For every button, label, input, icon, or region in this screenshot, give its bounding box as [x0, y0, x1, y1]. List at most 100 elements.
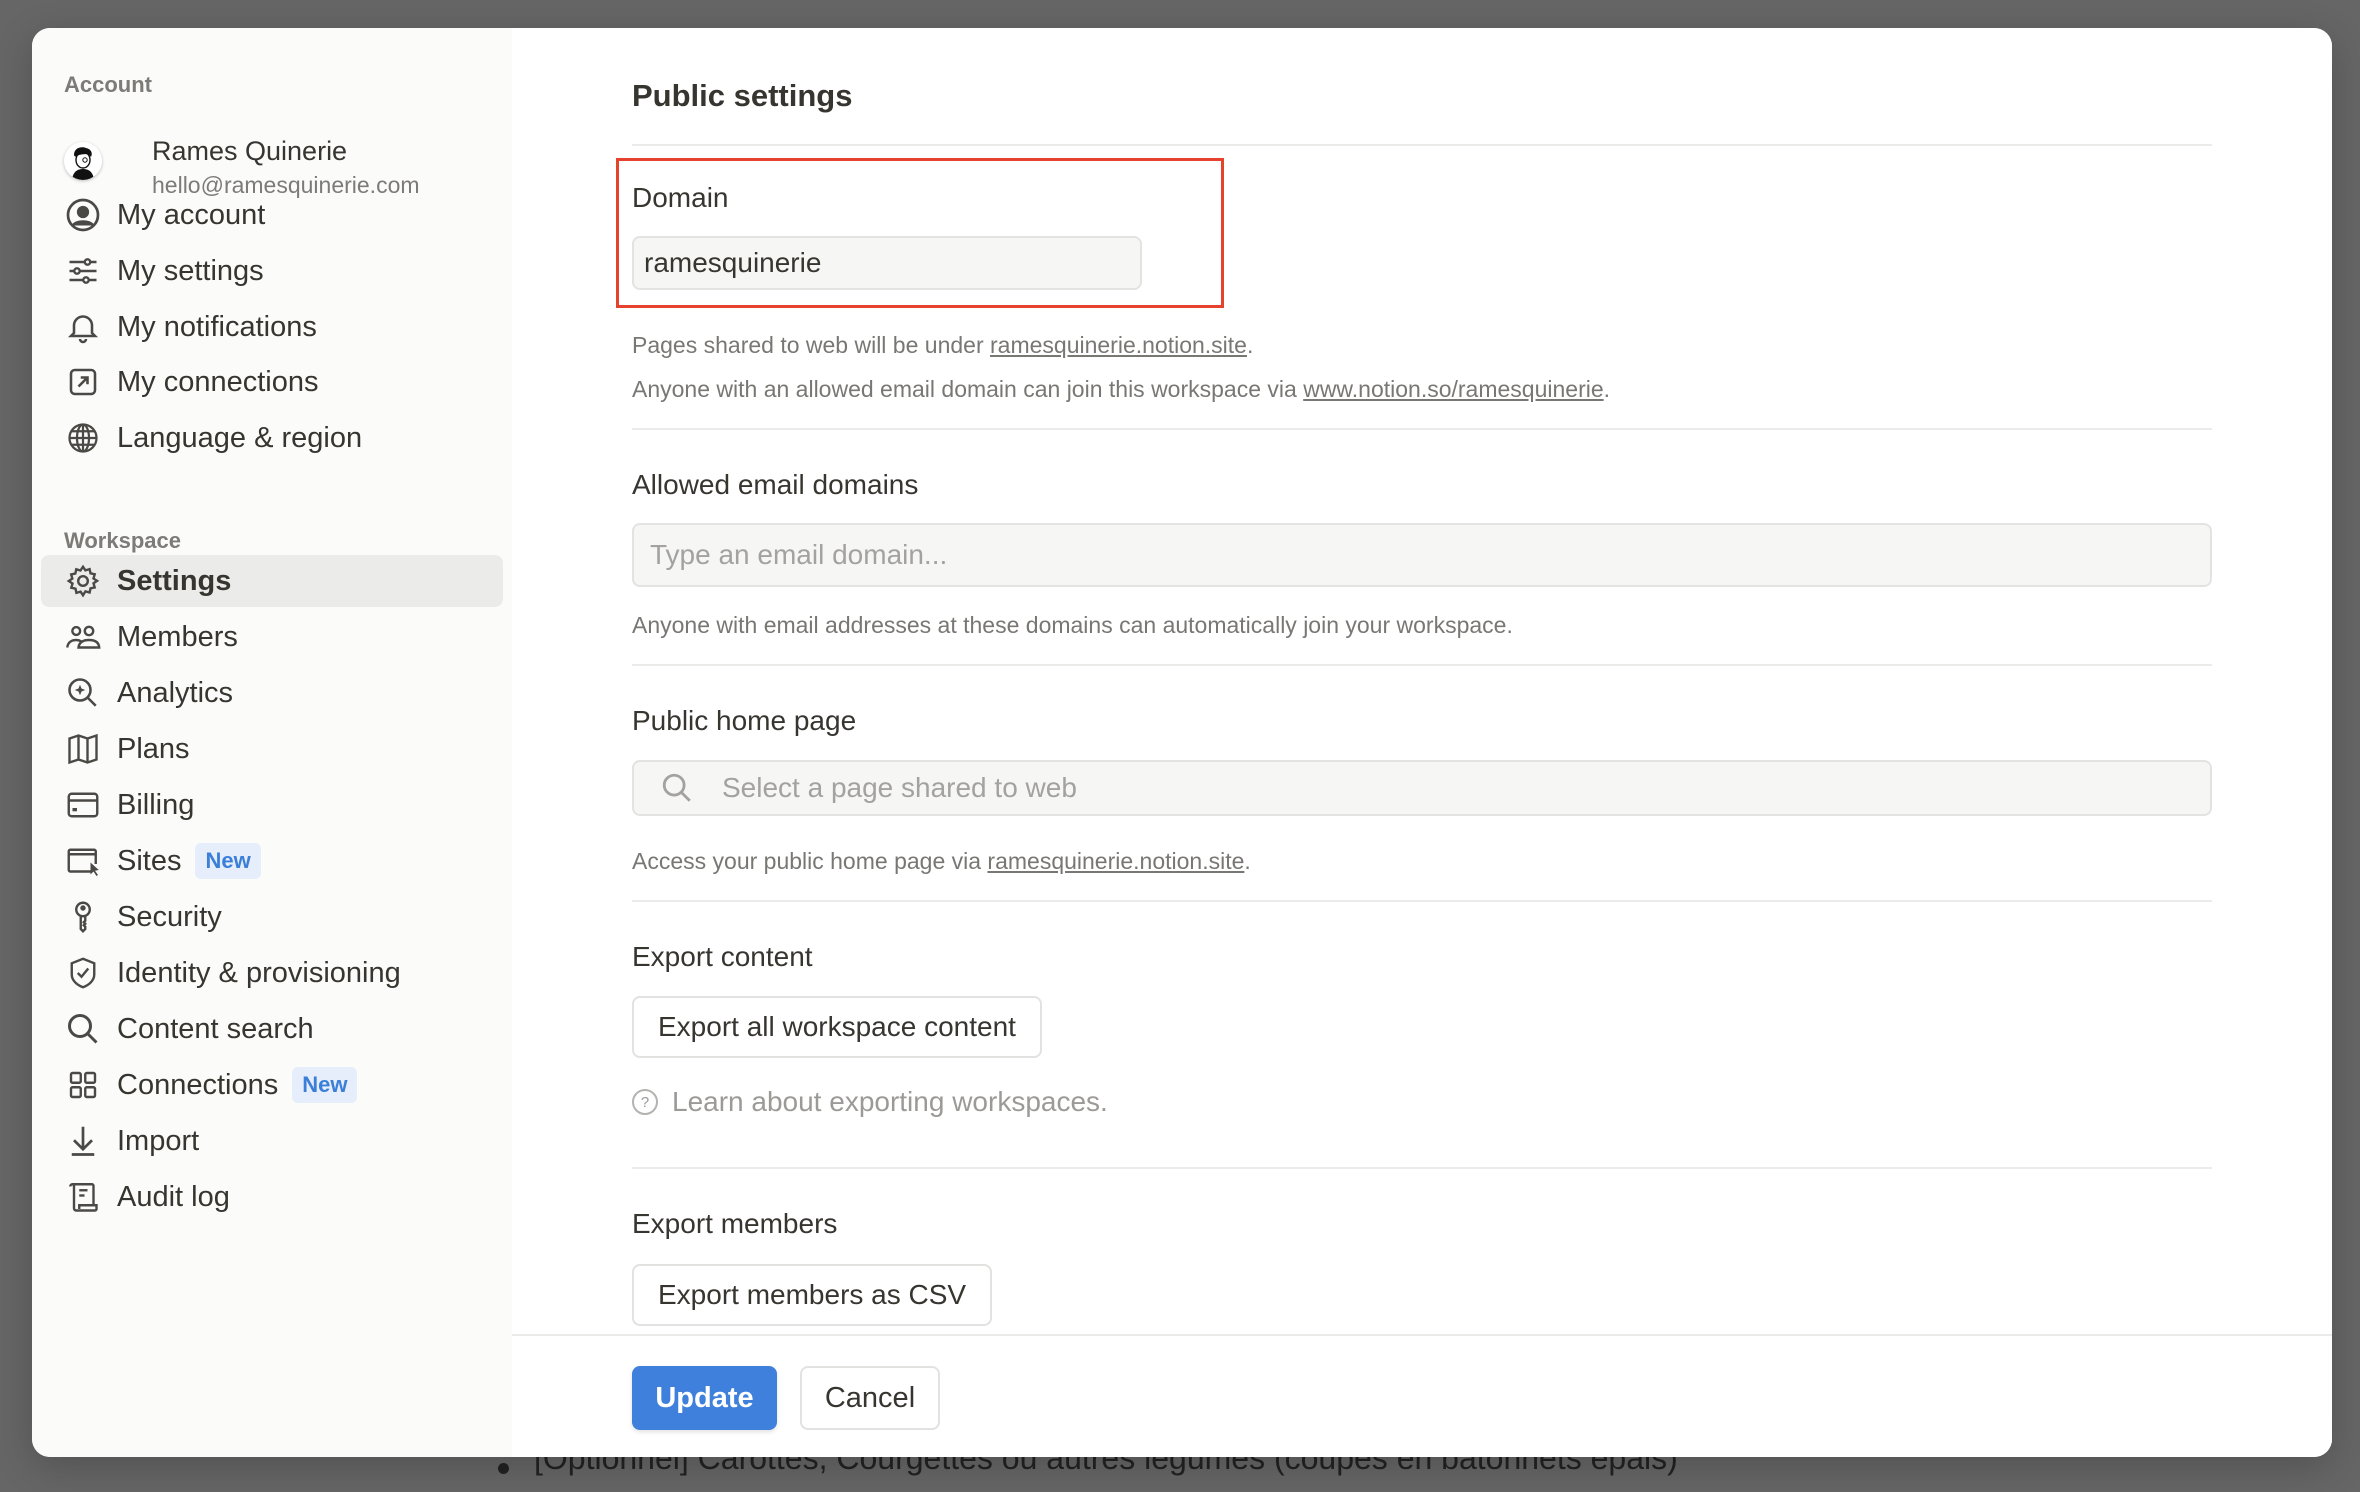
- sidebar-item-label: Security: [117, 900, 222, 933]
- globe-icon: [63, 418, 103, 458]
- modal-footer: Update Cancel: [512, 1334, 2332, 1457]
- sidebar-item-identity-provisioning[interactable]: Identity & provisioning: [41, 947, 503, 999]
- period: .: [1244, 848, 1251, 874]
- sidebar-item-language-region[interactable]: Language & region: [41, 412, 503, 464]
- bell-icon: [63, 307, 103, 347]
- sidebar-item-label: My account: [117, 198, 266, 231]
- profile-block: Rames Quinerie hello@ramesquinerie.com: [64, 116, 504, 198]
- user-circle-icon: [63, 195, 103, 235]
- settings-main: Public settings Domain ramesquinerie Pag…: [512, 28, 2332, 1457]
- domain-help-shared: Pages shared to web will be under ramesq…: [632, 332, 1253, 359]
- allowed-domains-help: Anyone with email addresses at these dom…: [632, 612, 1513, 638]
- public-home-help: Access your public home page via ramesqu…: [632, 848, 1251, 875]
- domain-input[interactable]: ramesquinerie: [632, 236, 1142, 290]
- export-members-label: Export members: [632, 1208, 838, 1239]
- people-icon: [63, 617, 103, 657]
- public-home-select[interactable]: Select a page shared to web: [632, 760, 2212, 816]
- sidebar-item-label: Billing: [117, 788, 195, 821]
- key-icon: [63, 897, 103, 937]
- sidebar-item-label: My settings: [117, 254, 264, 287]
- domain-label: Domain: [632, 182, 729, 213]
- allowed-domains-label: Allowed email domains: [632, 469, 919, 500]
- divider: [632, 1167, 2212, 1169]
- sidebar-item-label: Analytics: [117, 676, 234, 709]
- new-badge: New: [292, 1067, 358, 1103]
- sidebar-item-connections[interactable]: Connections New: [41, 1059, 503, 1111]
- search-icon: [660, 771, 694, 805]
- domain-help-text: Pages shared to web will be under: [632, 332, 990, 358]
- sidebar-item-label: My notifications: [117, 310, 317, 343]
- sidebar-item-settings[interactable]: Settings: [41, 555, 503, 607]
- sidebar-item-label: Import: [117, 1124, 200, 1157]
- gear-icon: [63, 561, 103, 601]
- sidebar-item-audit-log[interactable]: Audit log: [41, 1171, 503, 1223]
- export-content-label: Export content: [632, 941, 813, 972]
- sidebar-item-label: Content search: [117, 1012, 314, 1045]
- sidebar-item-import[interactable]: Import: [41, 1115, 503, 1167]
- public-home-placeholder: Select a page shared to web: [722, 772, 1077, 803]
- sidebar-item-label: Audit log: [117, 1180, 230, 1213]
- sidebar-item-label: Plans: [117, 732, 190, 765]
- shield-check-icon: [63, 953, 103, 993]
- domain-input-value: ramesquinerie: [644, 247, 822, 278]
- cancel-button[interactable]: Cancel: [800, 1366, 940, 1430]
- sidebar-item-content-search[interactable]: Content search: [41, 1003, 503, 1055]
- public-home-help-text: Access your public home page via: [632, 848, 988, 874]
- magnifier-sparkle-icon: [63, 673, 103, 713]
- sidebar-item-label: Members: [117, 620, 238, 653]
- learn-exporting-text: Learn about exporting workspaces.: [672, 1086, 1108, 1117]
- public-home-link[interactable]: ramesquinerie.notion.site: [987, 848, 1244, 874]
- external-link-box-icon: [63, 362, 103, 402]
- settings-sidebar: Account Rames Quinerie hello@ramesquiner…: [32, 28, 512, 1457]
- divider: [632, 144, 2212, 146]
- profile-name: Rames Quinerie: [152, 136, 348, 166]
- sidebar-item-sites[interactable]: Sites New: [41, 835, 503, 887]
- sidebar-item-my-connections[interactable]: My connections: [41, 356, 503, 408]
- map-icon: [63, 729, 103, 769]
- sidebar-item-analytics[interactable]: Analytics: [41, 667, 503, 719]
- avatar: [64, 142, 102, 180]
- sliders-icon: [63, 251, 103, 291]
- domain-join-text: Anyone with an allowed email domain can …: [632, 376, 1304, 402]
- divider: [632, 428, 2212, 430]
- sidebar-item-label: Sites: [117, 844, 182, 877]
- sidebar-item-label: Settings: [117, 564, 232, 597]
- period: .: [1246, 332, 1254, 358]
- download-arrow-icon: [63, 1121, 103, 1161]
- sidebar-item-label: Connections: [117, 1068, 279, 1101]
- grid-icon: [63, 1065, 103, 1105]
- divider: [632, 664, 2212, 666]
- divider: [632, 900, 2212, 902]
- update-button[interactable]: Update: [632, 1366, 777, 1430]
- page-title: Public settings: [632, 78, 853, 113]
- sidebar-item-billing[interactable]: Billing: [41, 779, 503, 831]
- sidebar-item-label: Language & region: [117, 421, 363, 454]
- sidebar-item-my-account[interactable]: My account: [41, 189, 503, 241]
- export-members-csv-button[interactable]: Export members as CSV: [632, 1264, 993, 1326]
- notion-site-link[interactable]: ramesquinerie.notion.site: [990, 332, 1247, 358]
- allowed-domains-placeholder: Type an email domain...: [650, 539, 948, 570]
- allowed-domains-input[interactable]: Type an email domain...: [632, 523, 2212, 587]
- period: .: [1603, 376, 1611, 402]
- workspace-join-link[interactable]: www.notion.so/ramesquinerie: [1303, 376, 1603, 402]
- sidebar-item-my-notifications[interactable]: My notifications: [41, 301, 503, 353]
- sidebar-item-label: Identity & provisioning: [117, 956, 401, 989]
- help-circle-icon: ?: [632, 1089, 658, 1115]
- public-home-label: Public home page: [632, 705, 857, 736]
- account-section-label: Account: [64, 72, 152, 97]
- workspace-section-label: Workspace: [64, 528, 181, 553]
- scroll-icon: [63, 1177, 103, 1217]
- credit-card-icon: [63, 785, 103, 825]
- sidebar-item-plans[interactable]: Plans: [41, 723, 503, 775]
- browser-cursor-icon: [63, 841, 103, 881]
- export-all-content-button[interactable]: Export all workspace content: [632, 996, 1042, 1058]
- sidebar-item-security[interactable]: Security: [41, 891, 503, 943]
- search-icon: [63, 1009, 103, 1049]
- sidebar-item-label: My connections: [117, 365, 319, 398]
- sidebar-item-my-settings[interactable]: My settings: [41, 245, 503, 297]
- domain-help-join: Anyone with an allowed email domain can …: [632, 376, 1610, 403]
- sidebar-item-members[interactable]: Members: [41, 611, 503, 663]
- settings-modal: Account Rames Quinerie hello@ramesquiner…: [32, 28, 2332, 1457]
- learn-exporting-link[interactable]: ? Learn about exporting workspaces.: [632, 1086, 1108, 1118]
- new-badge: New: [195, 843, 261, 879]
